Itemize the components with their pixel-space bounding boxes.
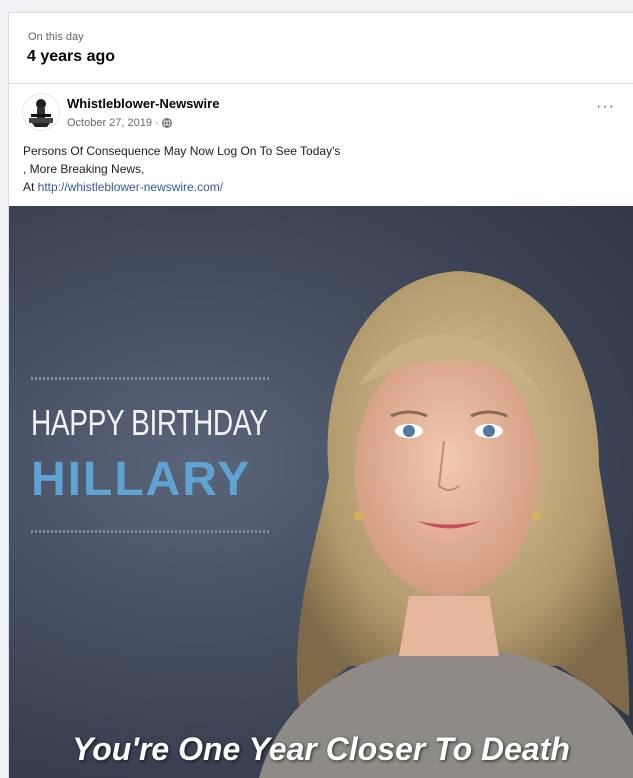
portrait-photo	[259, 271, 633, 778]
whistleblower-logo-icon	[29, 99, 53, 127]
divider-top	[31, 377, 271, 380]
post-meta: October 27, 2019 ·	[67, 117, 172, 129]
post-text-line-2: , More Breaking News,	[23, 162, 145, 176]
image-caption: You're One Year Closer To Death	[72, 731, 570, 767]
globe-icon	[161, 118, 172, 128]
post-date-link[interactable]: October 27, 2019	[67, 117, 152, 129]
post-text-line-1: Persons Of Consequence May Now Log On To…	[23, 144, 341, 158]
memory-header: On this day 4 years ago	[9, 13, 633, 84]
memory-card: On this day 4 years ago Whistleblower-Ne…	[8, 12, 633, 778]
post-text-line-3: At http://whistleblower-newswire.com/	[23, 178, 613, 196]
post-text: Persons Of Consequence May Now Log On To…	[23, 142, 613, 196]
memory-title: 4 years ago	[27, 48, 116, 65]
more-options-button[interactable]: ···	[596, 98, 615, 116]
top-strip	[0, 0, 633, 12]
post-link[interactable]: http://whistleblower-newswire.com/	[38, 180, 223, 194]
post-header: Whistleblower-Newswire October 27, 2019 …	[9, 84, 633, 144]
page-avatar[interactable]	[22, 93, 60, 131]
page-name-link[interactable]: Whistleblower-Newswire	[67, 96, 219, 111]
post-image[interactable]: HAPPY BIRTHDAY HILLARY You're One Year C…	[9, 206, 633, 778]
meta-separator: ·	[155, 117, 159, 129]
divider-bottom	[31, 530, 271, 533]
post-text-prefix: At	[23, 180, 38, 194]
happy-birthday-text: HAPPY BIRTHDAY	[31, 402, 268, 443]
hillary-text: HILLARY	[31, 453, 252, 506]
memory-kicker: On this day	[28, 31, 84, 43]
